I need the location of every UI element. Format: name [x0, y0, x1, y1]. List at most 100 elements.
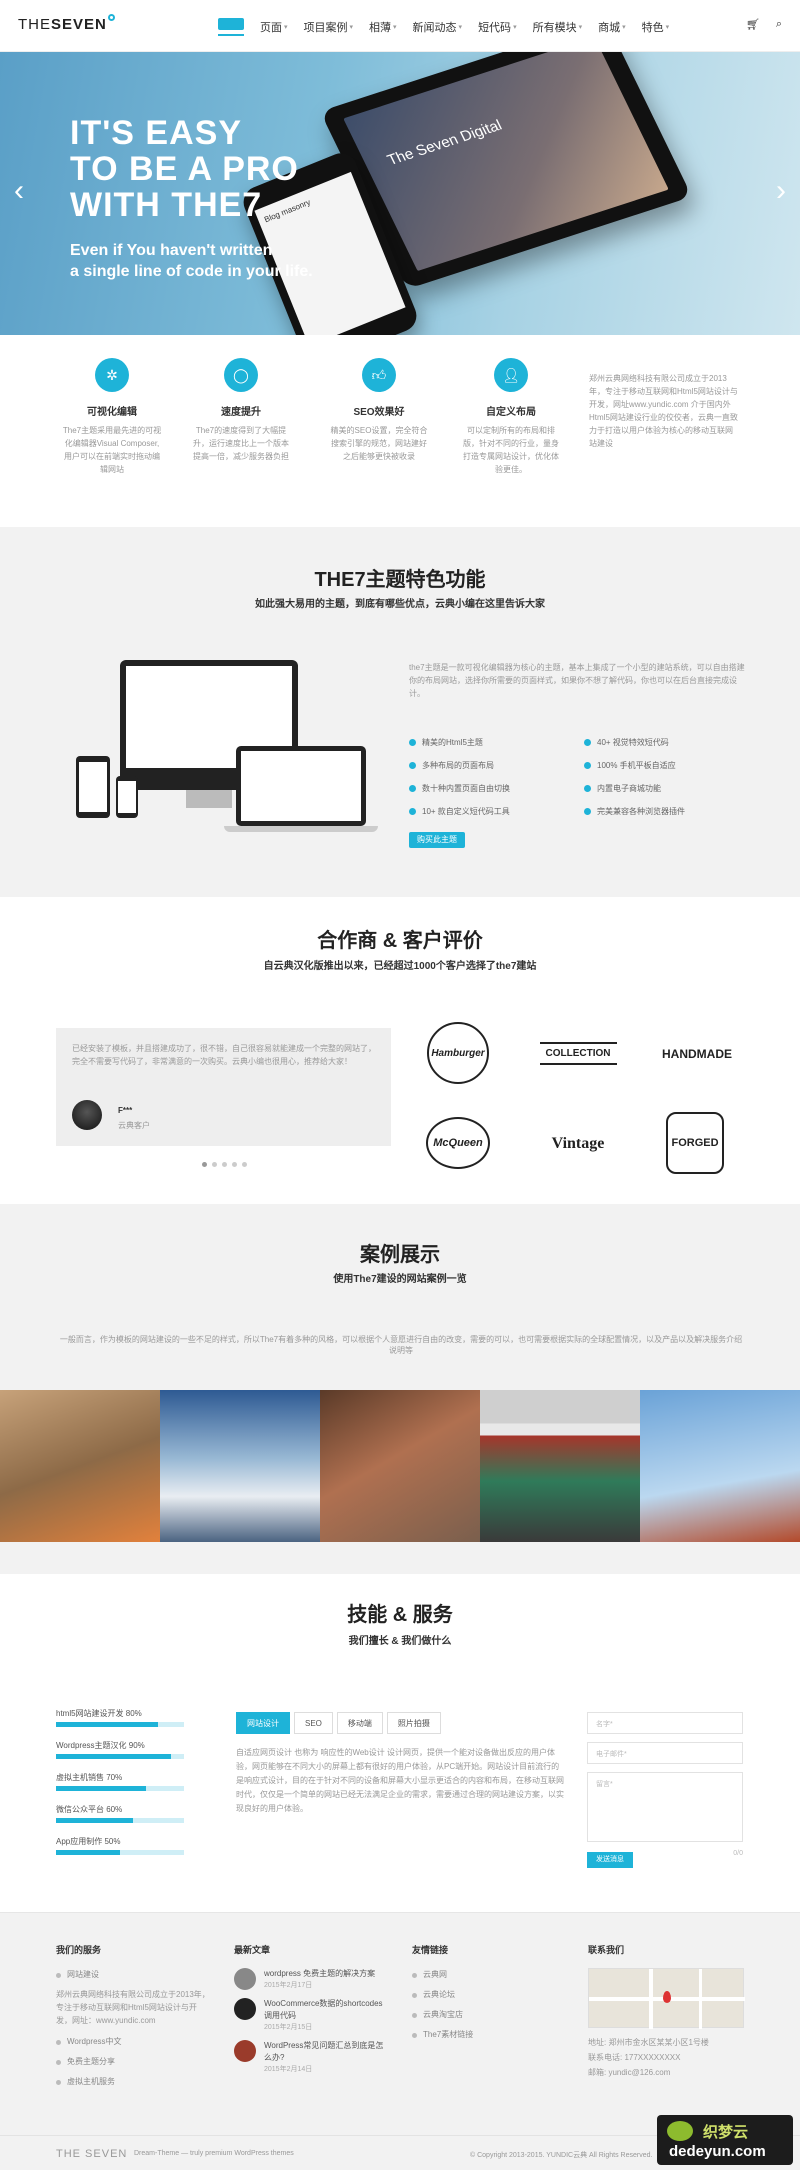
feature-visual-editor: ✲ 可视化编辑 The7主题采用最先进的可视化编辑器Visual Compose… [62, 358, 162, 476]
copyright: © Copyright 2013-2015. YUNDIC云典 All Righ… [470, 2152, 653, 2159]
site-header: THESEVEN 页面 ▾ 项目案例 ▾ 相薄 ▾ 新闻动态 ▾ 短代码 ▾ 所有模块 ▾ … [0, 0, 800, 52]
nav-news[interactable]: 新闻动态 ▾ [413, 18, 463, 36]
case-image[interactable] [640, 1390, 800, 1542]
post-item[interactable]: WordPress常见问题汇总到底是怎么办? 2015年2月14日 [234, 2040, 389, 2074]
skill-bar: 虚拟主机销售 70% [56, 1772, 184, 1791]
buy-theme-button[interactable]: 购买此主题 [409, 832, 465, 848]
search-icon[interactable]: ⌕ [776, 18, 782, 31]
location-map[interactable] [588, 1968, 745, 2029]
thumb-icon: 👍︎ [362, 358, 396, 392]
case-gallery [0, 1390, 800, 1542]
avatar [72, 1100, 102, 1130]
hero-subtitle: Even if You haven't written a single lin… [70, 242, 313, 280]
nav-portfolio[interactable]: 项目案例 ▾ [304, 18, 354, 36]
skills-title: 技能 & 服务 [347, 1604, 453, 1626]
map-pin-icon [663, 1991, 671, 2003]
pagination-dot[interactable] [222, 1162, 227, 1167]
tab-photo[interactable]: 照片拍摄 [386, 1712, 441, 1734]
header-icons: 🛒︎ ⌕ [746, 18, 782, 31]
cases-title: 案例展示 [360, 1244, 440, 1266]
nav-features[interactable]: 特色 ▾ [642, 18, 670, 36]
footer-link[interactable]: 网站建设 [56, 1968, 211, 1982]
slider-prev-arrow[interactable]: ‹ [14, 174, 24, 208]
hero-headline: IT'S EASY TO BE A PRO WITH THE7 [70, 114, 299, 224]
tab-web-design[interactable]: 网站设计 [236, 1712, 290, 1734]
section-paragraph: the7主题是一款可视化编辑器为核心的主题，基本上集成了一个小型的建站系统，可以… [409, 663, 745, 698]
case-image[interactable] [320, 1390, 480, 1542]
testimonial-quote: 已经安装了模板，并且搭建成功了，很不错，自己很容易就能建成一个完整的网站了，完全… [72, 1044, 376, 1066]
skills-subtitle: 我们擅长 & 我们做什么 [348, 1636, 452, 1647]
list-item: 数十种内置页面自由切换 [409, 783, 584, 794]
nav-gallery[interactable]: 相薄 ▾ [369, 18, 397, 36]
chevron-down-icon: ▾ [665, 24, 670, 31]
cart-icon[interactable]: 🛒︎ [746, 18, 760, 31]
nav-shop[interactable]: 商城 ▾ [598, 18, 626, 36]
phone-device [116, 776, 138, 818]
post-item[interactable]: WooCommerce数据的shortcodes调用代码 2015年2月15日 [234, 1998, 389, 2032]
footer-services: 我们的服务 网站建设 郑州云典网络科技有限公司成立于2013年，专注于移动互联网… [56, 1943, 211, 2095]
list-item: 精美的Html5主题 [409, 737, 584, 748]
feature-speed: ◯ 速度提升 The7的速度得到了大幅提升，运行速度比上一个版本提高一倍，减少服… [191, 358, 291, 463]
partner-logo: FORGED [660, 1110, 730, 1176]
footer-link[interactable]: The7素材链接 [412, 2028, 567, 2042]
skill-bar: html5网站建设开发 80% [56, 1708, 184, 1727]
tab-seo[interactable]: SEO [294, 1712, 333, 1734]
send-button[interactable]: 发送消息 [587, 1852, 633, 1868]
partner-logo: McQueen [418, 1110, 498, 1176]
message-field[interactable]: 留言* [587, 1772, 743, 1842]
chevron-down-icon: ▾ [622, 24, 626, 31]
macbook-mockup [224, 746, 378, 832]
footer-logo[interactable]: THE SEVEN [56, 2148, 127, 2160]
footer-link[interactable]: 虚拟主机服务 [56, 2075, 211, 2089]
partner-logo: Vintage [551, 1135, 605, 1152]
footer-link[interactable]: 云典论坛 [412, 1988, 567, 2002]
email-field[interactable]: 电子邮件* [587, 1742, 743, 1764]
feature-seo: 👍︎ SEO效果好 精美的SEO设置，完全符合搜索引擎的规范，网站建好之后能够更… [329, 358, 429, 463]
tablet-device [76, 756, 110, 818]
nav-home[interactable] [218, 18, 244, 36]
list-item: 40+ 视觉特效短代码 [584, 737, 749, 748]
skill-bar: Wordpress主题汉化 90% [56, 1740, 184, 1759]
footer-posts: 最新文章 wordpress 免费主题的解决方案 2015年2月17日 WooCo… [234, 1943, 389, 2082]
nav-pages[interactable]: 页面 ▾ [260, 18, 288, 36]
nav-modules[interactable]: 所有模块 ▾ [533, 18, 583, 36]
chevron-down-icon: ▾ [284, 24, 288, 31]
name-field[interactable]: 名字* [587, 1712, 743, 1734]
case-image[interactable] [160, 1390, 320, 1542]
case-image[interactable] [480, 1390, 640, 1542]
case-image[interactable] [0, 1390, 160, 1542]
pagination-dot[interactable] [242, 1162, 247, 1167]
site-logo[interactable]: THESEVEN [18, 14, 115, 33]
pagination-dot[interactable] [212, 1162, 217, 1167]
home-icon [218, 18, 244, 30]
footer-link[interactable]: 云典淘宝店 [412, 2008, 567, 2022]
footer-link[interactable]: Wordpress中文 [56, 2035, 211, 2049]
leaf-icon [667, 2121, 693, 2141]
section-title: THE7主题特色功能 [314, 569, 486, 591]
post-item[interactable]: wordpress 免费主题的解决方案 2015年2月17日 [234, 1968, 389, 1990]
feature-list: 精美的Html5主题 40+ 视觉特效短代码 多种布局的页面布局 100% 手机… [409, 737, 749, 817]
footer-contact: 联系我们 地址: 郑州市金水区某某小区1号楼 联系电话: 177XXXXXXXX… [588, 1943, 745, 2087]
footer-link[interactable]: 云典网 [412, 1968, 567, 1982]
company-intro: 郑州云典网络科技有限公司成立于2013年，专注于移动互联网和Html5网站设计与… [589, 374, 738, 448]
testimonial-card: 已经安装了模板，并且搭建成功了，很不错，自己很容易就能建成一个完整的网站了，完全… [56, 1028, 391, 1146]
nav-shortcodes[interactable]: 短代码 ▾ [478, 18, 517, 36]
chevron-down-icon: ▾ [393, 24, 397, 31]
list-item: 完美兼容各种浏览器插件 [584, 806, 749, 817]
feature-layout: 👤︎ 自定义布局 可以定制所有的布局和排版，针对不同的行业，量身打造专属网站设计… [461, 358, 561, 476]
chevron-down-icon: ▾ [578, 24, 583, 31]
tab-mobile[interactable]: 移动端 [336, 1712, 383, 1734]
cases-subtitle: 使用The7建设的网站案例一览 [333, 1274, 467, 1285]
hero-slider: The Seven Digital Blog masonry IT'S EASY… [0, 52, 800, 335]
char-count: 0/0 [733, 1850, 743, 1857]
partner-logo: HANDMADE [662, 1047, 732, 1061]
footer-link[interactable]: 免费主题分享 [56, 2055, 211, 2069]
testimonial-role: 云典客户 [118, 1121, 150, 1130]
list-item: 内置电子商城功能 [584, 783, 749, 794]
list-item: 100% 手机平板自适应 [584, 760, 749, 771]
list-item: 多种布局的页面布局 [409, 760, 584, 771]
slider-next-arrow[interactable]: › [776, 174, 786, 208]
pagination-dot[interactable] [202, 1162, 207, 1167]
skill-bar: App应用制作 50% [56, 1836, 184, 1855]
pagination-dot[interactable] [232, 1162, 237, 1167]
